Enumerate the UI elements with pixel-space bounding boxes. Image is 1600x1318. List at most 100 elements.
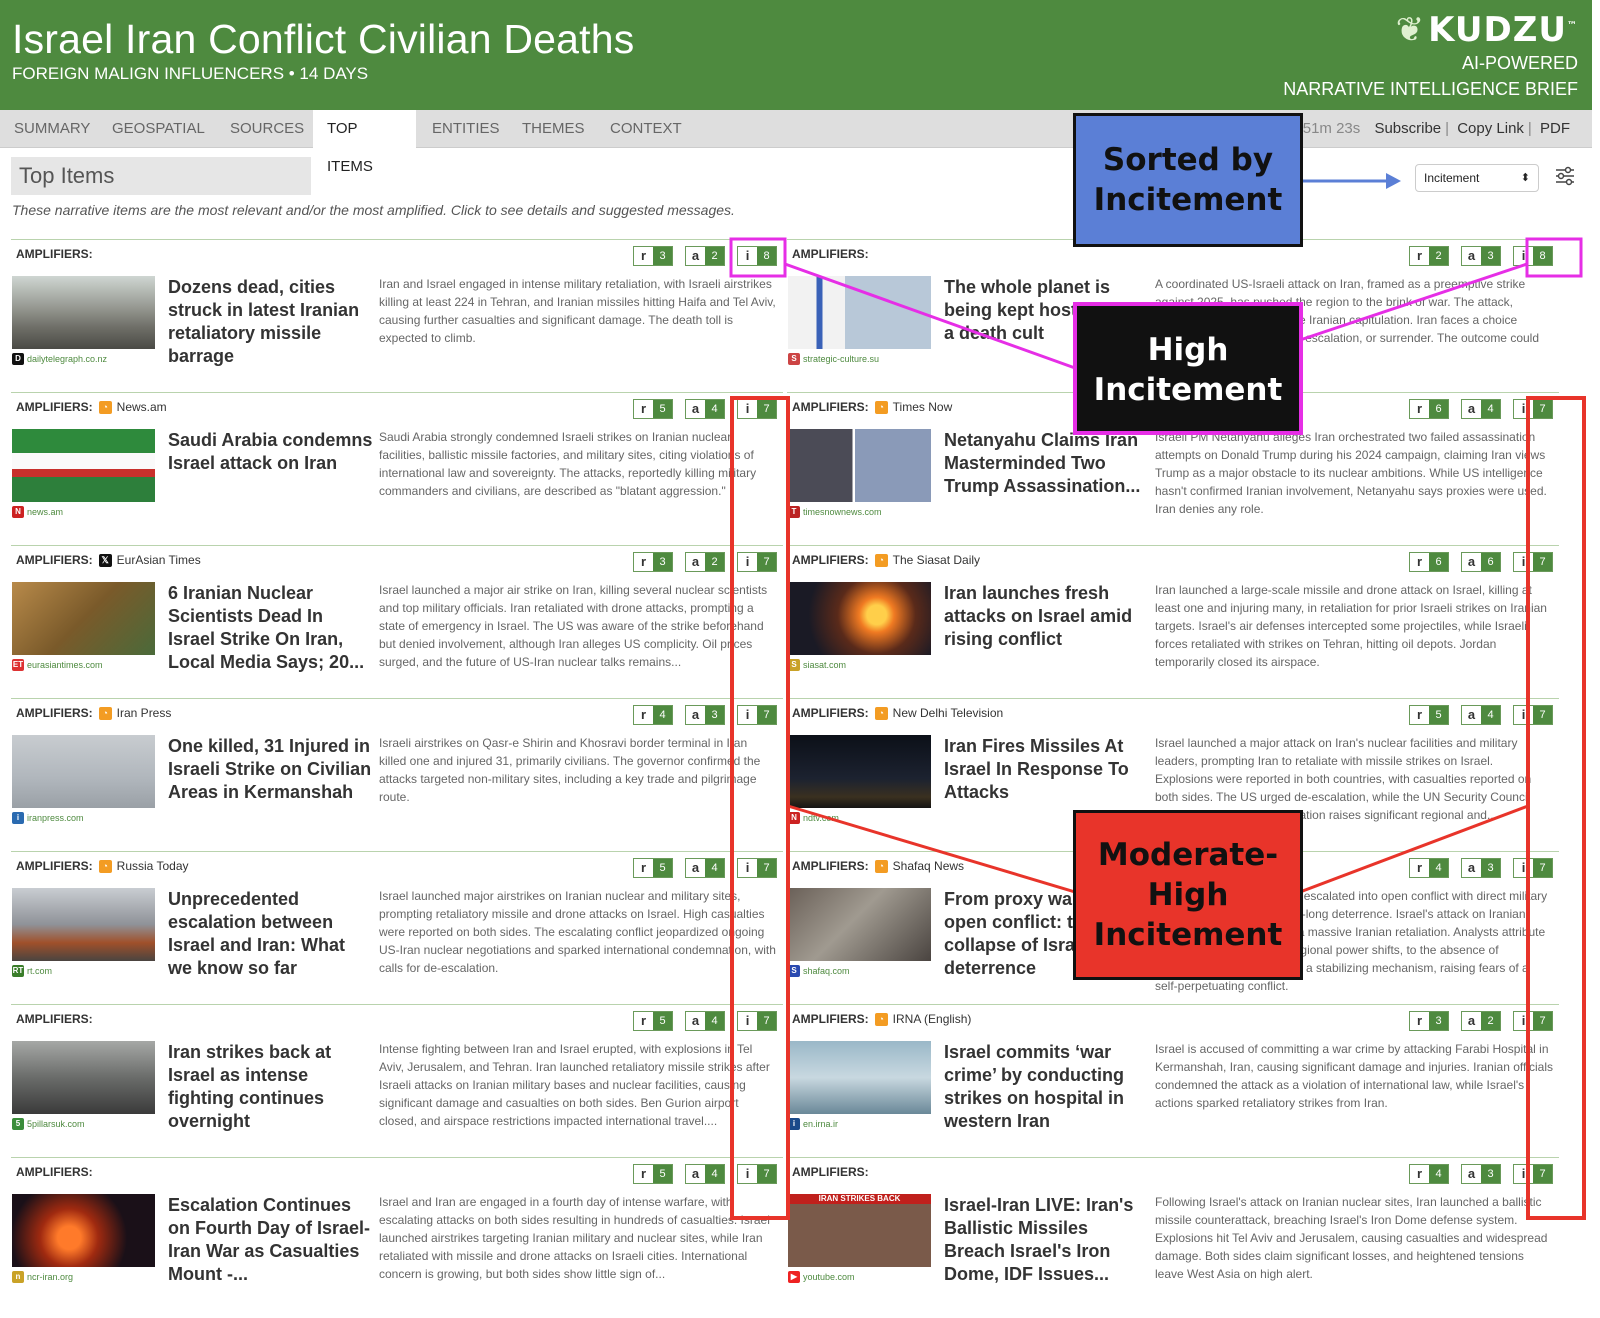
tab-entities[interactable]: ENTITIES — [418, 110, 514, 148]
score-badge-r[interactable]: r3 — [633, 246, 673, 266]
item-domain[interactable]: Sshafaq.com — [788, 965, 850, 977]
score-badge-r[interactable]: r5 — [633, 1164, 673, 1184]
score-badge-i[interactable]: i7 — [737, 705, 777, 725]
item-headline[interactable]: Iran strikes back at Israel as intense f… — [168, 1041, 373, 1133]
item-domain[interactable]: Nndtv.com — [788, 812, 839, 824]
score-badge-i[interactable]: i7 — [1513, 705, 1553, 725]
score-badge-i[interactable]: i7 — [737, 399, 777, 419]
score-badge-r[interactable]: r5 — [633, 399, 673, 419]
tab-top-items[interactable]: TOP ITEMS — [313, 110, 416, 175]
score-badge-a[interactable]: a3 — [685, 705, 725, 725]
item-thumbnail[interactable] — [12, 582, 155, 655]
item-thumbnail[interactable] — [12, 735, 155, 808]
score-badge-a[interactable]: a4 — [1461, 399, 1501, 419]
score-badge-r[interactable]: r4 — [1409, 1164, 1449, 1184]
item-thumbnail[interactable] — [788, 582, 931, 655]
top-item-card[interactable]: AMPLIFIERS: ◔ Russia Today r 5 a 4 i 7 RT rt.com Un… — [11, 851, 783, 1001]
score-badge-i[interactable]: i7 — [737, 1011, 777, 1031]
score-badge-i[interactable]: i7 — [1513, 399, 1553, 419]
amplifier-source[interactable]: ◔ The Siasat Daily — [874, 553, 980, 567]
score-badge-a[interactable]: a4 — [685, 1164, 725, 1184]
item-domain[interactable]: Nnews.am — [12, 506, 63, 518]
score-badge-r[interactable]: r4 — [633, 705, 673, 725]
score-badge-a[interactable]: a2 — [1461, 1011, 1501, 1031]
item-domain[interactable]: 5 5pillarsuk.com — [12, 1118, 85, 1130]
tab-themes[interactable]: THEMES — [508, 110, 599, 148]
item-thumbnail[interactable] — [12, 1041, 155, 1114]
item-domain[interactable]: Ddailytelegraph.co.nz — [12, 353, 107, 365]
amplifier-source[interactable]: ◔ New Delhi Television — [874, 706, 1003, 720]
score-badge-i[interactable]: i7 — [1513, 858, 1553, 878]
score-badge-r[interactable]: r4 — [1409, 858, 1449, 878]
score-badge-r[interactable]: r5 — [633, 858, 673, 878]
score-badge-i[interactable]: i7 — [737, 1164, 777, 1184]
item-headline[interactable]: Israel commits ‘war crime’ by conducting… — [944, 1041, 1149, 1133]
score-badge-r[interactable]: r5 — [1409, 705, 1449, 725]
item-domain[interactable]: Ssiasat.com — [788, 659, 846, 671]
item-headline[interactable]: One killed, 31 Injured in Israeli Strike… — [168, 735, 373, 804]
amplifier-source[interactable]: ◔ News.am — [98, 400, 167, 414]
filter-settings-icon[interactable] — [1554, 164, 1576, 188]
score-badge-r[interactable]: r5 — [633, 1011, 673, 1031]
amplifier-source[interactable]: ◔ Russia Today — [98, 859, 189, 873]
copy-link-link[interactable]: Copy Link — [1457, 120, 1524, 137]
top-item-card[interactable]: AMPLIFIERS: ◔ News.am r 5 a 4 i 7 Nnews.am Saudi A… — [11, 392, 783, 542]
score-badge-a[interactable]: a3 — [1461, 858, 1501, 878]
item-domain[interactable]: RT rt.com — [12, 965, 52, 977]
top-item-card[interactable]: AMPLIFIERS: ◔ IRNA (English) r 3 a 2 i 7 i en.irna… — [787, 1004, 1559, 1154]
item-headline[interactable]: Unprecedented escalation between Israel … — [168, 888, 373, 980]
item-thumbnail[interactable] — [788, 276, 931, 349]
score-badge-r[interactable]: r6 — [1409, 399, 1449, 419]
score-badge-r[interactable]: r6 — [1409, 552, 1449, 572]
amplifier-source[interactable]: ◔ Iran Press — [98, 706, 171, 720]
score-badge-a[interactable]: a3 — [1461, 246, 1501, 266]
top-item-card[interactable]: AMPLIFIERS: ◔ The Siasat Daily r 6 a 6 i 7 Ssiasa… — [787, 545, 1559, 695]
score-badge-i[interactable]: i7 — [1513, 1164, 1553, 1184]
score-badge-a[interactable]: a4 — [685, 858, 725, 878]
score-badge-r[interactable]: r3 — [1409, 1011, 1449, 1031]
item-headline[interactable]: Netanyahu Claims Iran Masterminded Two T… — [944, 429, 1149, 498]
tab-context[interactable]: CONTEXT — [596, 110, 696, 148]
pdf-link[interactable]: PDF — [1540, 120, 1570, 137]
item-domain[interactable]: Ttimesnownews.com — [788, 506, 882, 518]
score-badge-r[interactable]: r3 — [633, 552, 673, 572]
score-badge-i[interactable]: i7 — [1513, 1011, 1553, 1031]
item-thumbnail[interactable] — [788, 1041, 931, 1114]
score-badge-i[interactable]: i7 — [1513, 552, 1553, 572]
item-headline[interactable]: Dozens dead, cities struck in latest Ira… — [168, 276, 373, 368]
top-item-card[interactable]: AMPLIFIERS: r 5 a 4 i 7 5 5pillarsuk.com Iran str… — [11, 1004, 783, 1154]
item-domain[interactable]: i iranpress.com — [12, 812, 84, 824]
score-badge-i[interactable]: i7 — [737, 858, 777, 878]
tab-summary[interactable]: SUMMARY — [0, 110, 104, 148]
subscribe-link[interactable]: Subscribe — [1374, 120, 1441, 137]
tab-sources[interactable]: SOURCES — [216, 110, 318, 148]
item-thumbnail[interactable] — [12, 276, 155, 349]
score-badge-a[interactable]: a3 — [1461, 1164, 1501, 1184]
item-headline[interactable]: 6 Iranian Nuclear Scientists Dead In Isr… — [168, 582, 373, 674]
score-badge-i[interactable]: i8 — [1513, 246, 1553, 266]
item-domain[interactable]: n ncr-iran.org — [12, 1271, 73, 1283]
score-badge-i[interactable]: i8 — [737, 246, 777, 266]
item-thumbnail[interactable] — [788, 735, 931, 808]
item-domain[interactable]: ▶ youtube.com — [788, 1271, 855, 1283]
item-thumbnail[interactable] — [12, 429, 155, 502]
top-item-card[interactable]: AMPLIFIERS: r 4 a 3 i 7 IRAN STRIKES BACK ▶ youtu… — [787, 1157, 1559, 1307]
score-badge-i[interactable]: i7 — [737, 552, 777, 572]
amplifier-source[interactable]: 𝕏 EurAsian Times — [98, 553, 201, 567]
top-item-card[interactable]: AMPLIFIERS: r 5 a 4 i 7 n ncr-iran.org Escalation… — [11, 1157, 783, 1307]
score-badge-a[interactable]: a4 — [685, 399, 725, 419]
amplifier-source[interactable]: ◔ IRNA (English) — [874, 1012, 971, 1026]
item-domain[interactable]: i en.irna.ir — [788, 1118, 838, 1130]
item-headline[interactable]: Iran launches fresh attacks on Israel am… — [944, 582, 1149, 651]
amplifier-source[interactable]: ◔ Times Now — [874, 400, 952, 414]
top-item-card[interactable]: AMPLIFIERS: 𝕏 EurAsian Times r 3 a 2 i 7 ET eurasi… — [11, 545, 783, 695]
item-headline[interactable]: Israel-Iran LIVE: Iran's Ballistic Missi… — [944, 1194, 1149, 1286]
score-badge-a[interactable]: a4 — [685, 1011, 725, 1031]
item-headline[interactable]: Iran Fires Missiles At Israel In Respons… — [944, 735, 1149, 804]
item-thumbnail[interactable] — [12, 1194, 155, 1267]
score-badge-a[interactable]: a6 — [1461, 552, 1501, 572]
score-badge-a[interactable]: a4 — [1461, 705, 1501, 725]
item-domain[interactable]: Sstrategic-culture.su — [788, 353, 879, 365]
score-badge-a[interactable]: a2 — [685, 246, 725, 266]
score-badge-a[interactable]: a2 — [685, 552, 725, 572]
